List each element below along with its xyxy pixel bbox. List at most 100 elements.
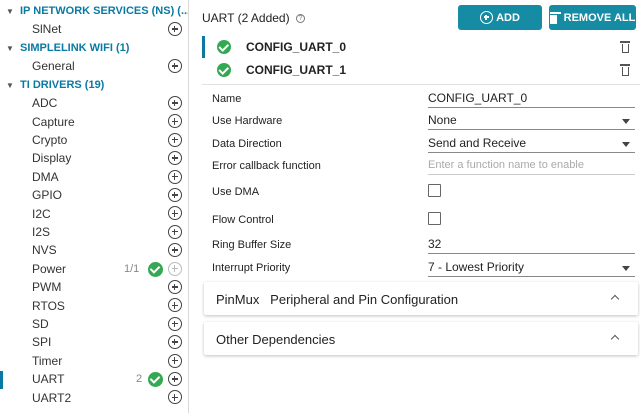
sidebar-item-power[interactable]: Power 1/1 [0, 260, 188, 278]
add-button[interactable]: ADD [458, 5, 542, 30]
category-label: IP NETWORK SERVICES (NS) (... [20, 5, 189, 17]
sidebar-item-general[interactable]: General [0, 57, 188, 75]
delete-icon[interactable] [620, 63, 630, 76]
page-title: UART (2 Added) ? [202, 11, 305, 25]
help-icon[interactable]: ? [295, 14, 305, 24]
sidebar-item-label: RTOS [32, 298, 65, 313]
add-icon[interactable] [168, 224, 182, 239]
property-label: Flow Control [212, 214, 274, 226]
use-dma-checkbox[interactable] [428, 184, 441, 197]
add-icon[interactable] [168, 151, 182, 166]
sidebar-item-timer[interactable]: Timer [0, 352, 188, 370]
add-icon[interactable] [168, 390, 182, 405]
add-icon[interactable] [168, 280, 182, 294]
section-title: Other Dependencies [216, 332, 336, 347]
sidebar-item-slnet[interactable]: SlNet [0, 20, 188, 38]
sidebar-item-capture[interactable]: Capture [0, 112, 188, 130]
use-hardware-select[interactable]: None [428, 113, 635, 130]
category-simplelink-wifi[interactable]: ▼ SIMPLELINK WIFI (1) [0, 39, 129, 57]
add-circle-icon [480, 11, 494, 24]
add-icon[interactable] [168, 206, 182, 221]
delete-icon[interactable] [620, 40, 630, 53]
sidebar-item-spi[interactable]: SPI [0, 333, 188, 351]
instance-count: 2 [136, 373, 143, 386]
sidebar-item-label: DMA [32, 169, 59, 184]
sidebar-item-pwm[interactable]: PWM [0, 278, 188, 296]
chevron-up-icon [610, 294, 620, 304]
sidebar-item-rtos[interactable]: RTOS [0, 296, 188, 314]
sidebar-item-crypto[interactable]: Crypto [0, 131, 188, 149]
sidebar-item-i2s[interactable]: I2S [0, 223, 188, 241]
sidebar-item-dma[interactable]: DMA [0, 168, 188, 186]
sidebar-item-uart[interactable]: UART 2 [0, 370, 188, 388]
divider [202, 84, 640, 85]
add-icon[interactable] [168, 22, 182, 36]
add-icon[interactable] [168, 243, 182, 258]
property-label: Use DMA [212, 186, 260, 198]
check-circle-icon [148, 372, 163, 387]
property-label: Ring Buffer Size [212, 239, 292, 251]
sidebar-item-label: GPIO [32, 188, 63, 203]
ring-buffer-value: 32 [428, 237, 442, 251]
sidebar-item-i2c[interactable]: I2C [0, 204, 188, 222]
add-icon[interactable] [168, 372, 182, 386]
property-error-callback: Error callback function Enter a function… [212, 156, 640, 176]
interrupt-priority-value: 7 - Lowest Priority [428, 260, 525, 274]
remove-all-label: REMOVE ALL [563, 11, 636, 24]
add-icon[interactable] [168, 316, 182, 331]
pinmux-section-header[interactable]: PinMux Peripheral and Pin Configuration [204, 282, 638, 315]
sidebar-item-uart2[interactable]: UART2 [0, 388, 188, 406]
property-interrupt-priority: Interrupt Priority 7 - Lowest Priority [212, 258, 640, 278]
add-icon[interactable] [168, 335, 182, 350]
category-label: SIMPLELINK WIFI (1) [20, 42, 130, 54]
category-ti-drivers[interactable]: ▼ TI DRIVERS (19) [0, 76, 104, 94]
add-icon[interactable] [168, 132, 182, 147]
add-icon[interactable] [168, 169, 182, 184]
instance-row-selected[interactable]: CONFIG_UART_0 [196, 36, 640, 58]
check-circle-icon [148, 261, 163, 277]
sidebar-item-label: Crypto [32, 132, 68, 147]
name-input[interactable]: CONFIG_UART_0 [428, 91, 635, 108]
add-icon [168, 261, 182, 276]
instance-count: 1/1 [124, 262, 140, 275]
sidebar-item-adc[interactable]: ADC [0, 94, 188, 112]
config-panel: UART (2 Added) ? ADD REMOVE ALL CONFIG_U… [196, 0, 640, 413]
interrupt-priority-select[interactable]: 7 - Lowest Priority [428, 260, 635, 277]
sidebar-item-sd[interactable]: SD [0, 315, 188, 333]
sidebar-item-display[interactable]: Display [0, 149, 188, 167]
remove-all-button[interactable]: REMOVE ALL [549, 5, 636, 30]
add-icon[interactable] [168, 59, 182, 73]
use-hardware-value: None [428, 113, 457, 127]
sidebar-item-nvs[interactable]: NVS [0, 241, 188, 259]
data-direction-value: Send and Receive [428, 136, 527, 150]
property-name: Name CONFIG_UART_0 [212, 89, 640, 109]
data-direction-select[interactable]: Send and Receive [428, 136, 635, 153]
add-icon[interactable] [168, 114, 182, 129]
instance-row[interactable]: CONFIG_UART_1 [196, 59, 640, 81]
add-icon[interactable] [168, 298, 182, 313]
property-use-dma: Use DMA [212, 184, 640, 204]
check-circle-icon [217, 63, 231, 77]
property-label: Use Hardware [212, 115, 283, 127]
flow-control-checkbox[interactable] [428, 212, 441, 225]
sidebar-item-label: Display [32, 151, 72, 166]
name-input-value: CONFIG_UART_0 [428, 91, 528, 105]
add-button-label: ADD [496, 11, 520, 24]
sidebar-item-gpio[interactable]: GPIO [0, 186, 188, 204]
sidebar-item-label: Capture [32, 114, 75, 129]
add-icon[interactable] [168, 353, 182, 368]
property-label: Error callback function [212, 160, 321, 172]
category-ip-network-services[interactable]: ▼ IP NETWORK SERVICES (NS) (... [0, 2, 189, 20]
other-dependencies-section-header[interactable]: Other Dependencies [204, 322, 638, 355]
ring-buffer-input[interactable]: 32 [428, 237, 635, 254]
collapse-triangle-icon: ▼ [6, 6, 14, 16]
error-callback-input[interactable]: Enter a function name to enable [428, 158, 635, 175]
remove-list-icon [549, 11, 561, 24]
sidebar-item-label: ADC [32, 96, 58, 111]
check-circle-icon [217, 40, 231, 54]
add-icon[interactable] [168, 96, 182, 110]
category-label: TI DRIVERS (19) [20, 79, 105, 91]
add-icon[interactable] [168, 188, 182, 202]
sidebar-item-label: General [32, 59, 75, 74]
sidebar-item-label: NVS [32, 243, 57, 258]
